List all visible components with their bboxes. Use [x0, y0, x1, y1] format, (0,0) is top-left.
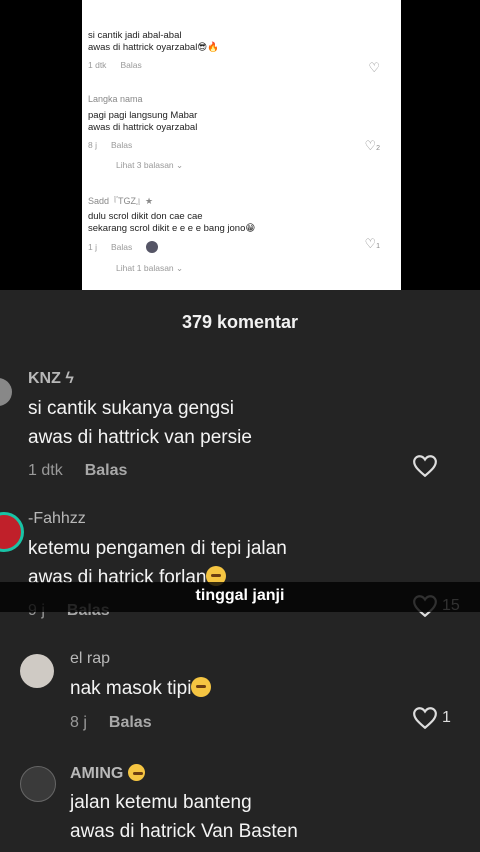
avatar[interactable] [0, 512, 24, 552]
inset-screenshot: si cantik jadi abal-abal awas di hattric… [82, 0, 401, 290]
inset-comment-meta: 1 j Balas [88, 241, 388, 253]
comment-text: jalan ketemu banteng awas di hatrick Van… [70, 788, 298, 846]
view-replies-button[interactable]: Lihat 3 balasan ⌄ [116, 160, 388, 171]
inset-comment-text: si cantik jadi abal-abal [88, 30, 182, 41]
reply-button[interactable]: Balas [109, 714, 152, 731]
inset-time: 1 j [88, 242, 97, 252]
comment-line: awas di hatrick Van Basten [70, 821, 298, 842]
comment-line: jalan ketemu banteng [70, 792, 252, 813]
sunglasses-emoji-icon [127, 764, 145, 781]
comment-meta: 1 dtk Balas [28, 462, 127, 480]
avatar [146, 241, 159, 253]
heart-icon[interactable]: ♡ [368, 60, 380, 76]
heart-icon [413, 455, 437, 478]
username-text: AMING [70, 765, 124, 782]
view-replies-button[interactable]: Lihat 1 balasan ⌄ [116, 263, 388, 274]
comment-line: si cantik sukanya gengsi [28, 398, 234, 419]
inset-time: 1 dtk [88, 60, 107, 70]
video-caption: tinggal janji [0, 582, 480, 612]
heart-icon[interactable]: ♡1 [364, 236, 380, 252]
comment-text: si cantik sukanya gengsi awas di hattric… [28, 394, 252, 452]
inset-comment-text: dulu scrol dikit don cae cae [88, 211, 203, 222]
username[interactable]: -Fahhzz [28, 510, 86, 528]
inset-comment-3: Sadd『TGZ』★ dulu scrol dikit don cae cae … [88, 194, 388, 274]
emoji-icon [191, 677, 212, 697]
inset-like-count: 1 [376, 243, 380, 250]
inset-username: Sadd『TGZ』★ [88, 196, 154, 206]
comment-time: 8 j [70, 714, 87, 731]
like-button[interactable]: 1 [412, 706, 451, 730]
inset-username: Langka nama [88, 94, 143, 104]
like-count: 1 [442, 709, 451, 726]
comment-count: 379 komentar [181, 312, 299, 332]
like-button[interactable] [412, 454, 438, 478]
inset-comment-text: sekarang scrol dikit e e e e bang jono😁 [88, 223, 256, 234]
avatar[interactable] [20, 654, 54, 688]
comments-panel: 379 komentar KNZ ϟ si cantik sukanya gen… [0, 290, 480, 852]
inset-comment-text: awas di hattrick oyarzabal😎🔥 [88, 42, 220, 53]
heart-icon [413, 707, 437, 730]
inset-comment-text: awas di hattrick oyarzabal [88, 122, 198, 133]
inset-time: 8 j [88, 140, 97, 150]
inset-comment-2: Langka nama pagi pagi langsung Mabar awa… [88, 94, 388, 171]
comment-meta: 8 j Balas [70, 714, 152, 732]
comment-text: nak masok tipi [70, 674, 212, 703]
inset-reply-button[interactable]: Balas [111, 140, 132, 150]
username[interactable]: KNZ ϟ [28, 370, 74, 388]
reply-button[interactable]: Balas [85, 462, 128, 479]
comment-time: 1 dtk [28, 462, 63, 479]
heart-icon[interactable]: ♡2 [364, 138, 380, 154]
username[interactable]: AMING [70, 764, 145, 783]
comment-line: nak masok tipi [70, 678, 192, 699]
username[interactable]: el rap [70, 650, 110, 668]
avatar[interactable] [0, 378, 12, 406]
inset-reply-button[interactable]: Balas [120, 60, 141, 70]
inset-like-count: 2 [376, 145, 380, 152]
inset-comment-meta: 8 j Balas [88, 140, 388, 150]
inset-comment-meta: 1 dtk Balas [88, 60, 388, 70]
avatar[interactable] [20, 766, 56, 802]
comment-line: awas di hattrick van persie [28, 427, 252, 448]
inset-comment-text: pagi pagi langsung Mabar [88, 110, 198, 121]
comment-line: ketemu pengamen di tepi jalan [28, 538, 287, 559]
inset-comment-1: si cantik jadi abal-abal awas di hattric… [88, 30, 388, 75]
inset-reply-button[interactable]: Balas [111, 242, 132, 252]
